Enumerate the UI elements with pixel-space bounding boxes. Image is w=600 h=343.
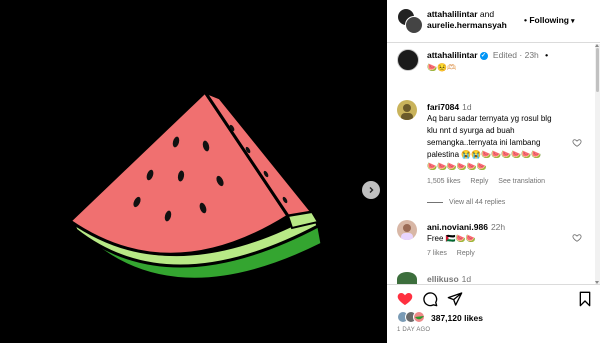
comment-avatar[interactable] <box>397 220 417 240</box>
post-footer: 387,120 likes 1 DAY AGO <box>387 284 600 343</box>
comment-line: palestina 😭😭🍉🍉🍉🍉🍉🍉 <box>427 150 541 159</box>
comment-username[interactable]: ellikuso <box>427 274 459 282</box>
verified-icon: ✓ <box>479 51 488 60</box>
comment-icon[interactable] <box>422 291 438 307</box>
bookmark-icon[interactable] <box>577 291 593 307</box>
following-label: Following <box>529 15 570 25</box>
following-button[interactable]: • Following ▾ <box>524 15 575 25</box>
watermelon-image <box>67 88 324 281</box>
post-media <box>0 0 387 343</box>
comment-time: 1d <box>462 102 472 112</box>
comment-actions: 1,505 likes Reply See translation <box>427 178 553 185</box>
next-image-button[interactable] <box>362 181 380 199</box>
scroll-thumb[interactable] <box>596 48 599 92</box>
comment-username[interactable]: fari7084 <box>427 102 459 112</box>
coauthor-link[interactable]: aurelie.hermansyah <box>427 20 507 30</box>
comment-like-heart-icon[interactable] <box>572 233 582 243</box>
comment-avatar[interactable] <box>397 100 417 120</box>
avatar <box>405 16 423 34</box>
next-arrow-icon <box>369 187 374 193</box>
scroll-up-icon[interactable] <box>595 44 599 47</box>
caption-header: attahalilintar ✓ Edited · 23h • <box>427 50 548 60</box>
comment-header: ellikuso 1d <box>427 274 471 282</box>
comment-text: Aq baru sadar ternyata yg rosul blg klu … <box>427 113 577 173</box>
caption-username[interactable]: attahalilintar <box>427 50 478 60</box>
comment-actions: 7 likes Reply <box>427 250 483 257</box>
see-translation-link[interactable]: See translation <box>498 178 545 185</box>
comment-header: fari7084 1d <box>427 102 472 112</box>
caption-time: 23h <box>524 50 539 60</box>
share-icon[interactable] <box>447 291 463 307</box>
and-text: and <box>479 9 495 19</box>
collab-avatars[interactable] <box>397 8 423 34</box>
comments-scrollbar[interactable] <box>595 44 600 284</box>
comment-line: klu nnt d syurga ad buah <box>427 126 515 135</box>
comment-line: semangka..ternyata ini lambang <box>427 138 541 147</box>
edited-label: Edited · 23h <box>492 50 539 60</box>
comment-time: 1d <box>461 274 472 282</box>
view-replies-label: View all 44 replies <box>449 199 506 206</box>
divider <box>427 201 443 203</box>
edited-text: Edited <box>492 50 518 60</box>
comment-text: Free 🇵🇸🍉🍉 <box>427 234 476 243</box>
more-icon[interactable]: • <box>545 50 548 60</box>
post-header: attahalilintar and aurelie.hermansyah • … <box>387 0 600 43</box>
comment-header: ani.noviani.986 22h <box>427 222 505 232</box>
view-replies-button[interactable]: View all 44 replies <box>427 199 505 206</box>
author-link[interactable]: attahalilintar <box>427 9 478 19</box>
post-timestamp: 1 DAY AGO <box>397 327 431 333</box>
post-panel: attahalilintar and aurelie.hermansyah • … <box>387 0 600 343</box>
comment-like-heart-icon[interactable] <box>572 138 582 148</box>
chevron-down-icon: ▾ <box>571 18 575 25</box>
comment-time: 22h <box>490 222 506 232</box>
caption-text: 🍉😣🫶🏻 <box>427 63 457 72</box>
comment-line: 🍉🍉🍉🍉🍉🍉 <box>427 162 487 171</box>
comment-likes[interactable]: 1,505 likes <box>427 178 460 185</box>
caption-avatar[interactable] <box>397 49 419 71</box>
collab-names: attahalilintar and aurelie.hermansyah <box>427 9 507 31</box>
comment-likes[interactable]: 7 likes <box>427 250 447 257</box>
reply-button[interactable]: Reply <box>470 178 488 185</box>
comment-username[interactable]: ani.noviani.986 <box>427 222 488 232</box>
likes-count[interactable]: 387,120 likes <box>431 313 483 323</box>
reply-button[interactable]: Reply <box>457 250 475 257</box>
heart-icon[interactable] <box>397 291 413 307</box>
comment-line: Aq baru sadar ternyata yg rosul blg <box>427 114 552 123</box>
